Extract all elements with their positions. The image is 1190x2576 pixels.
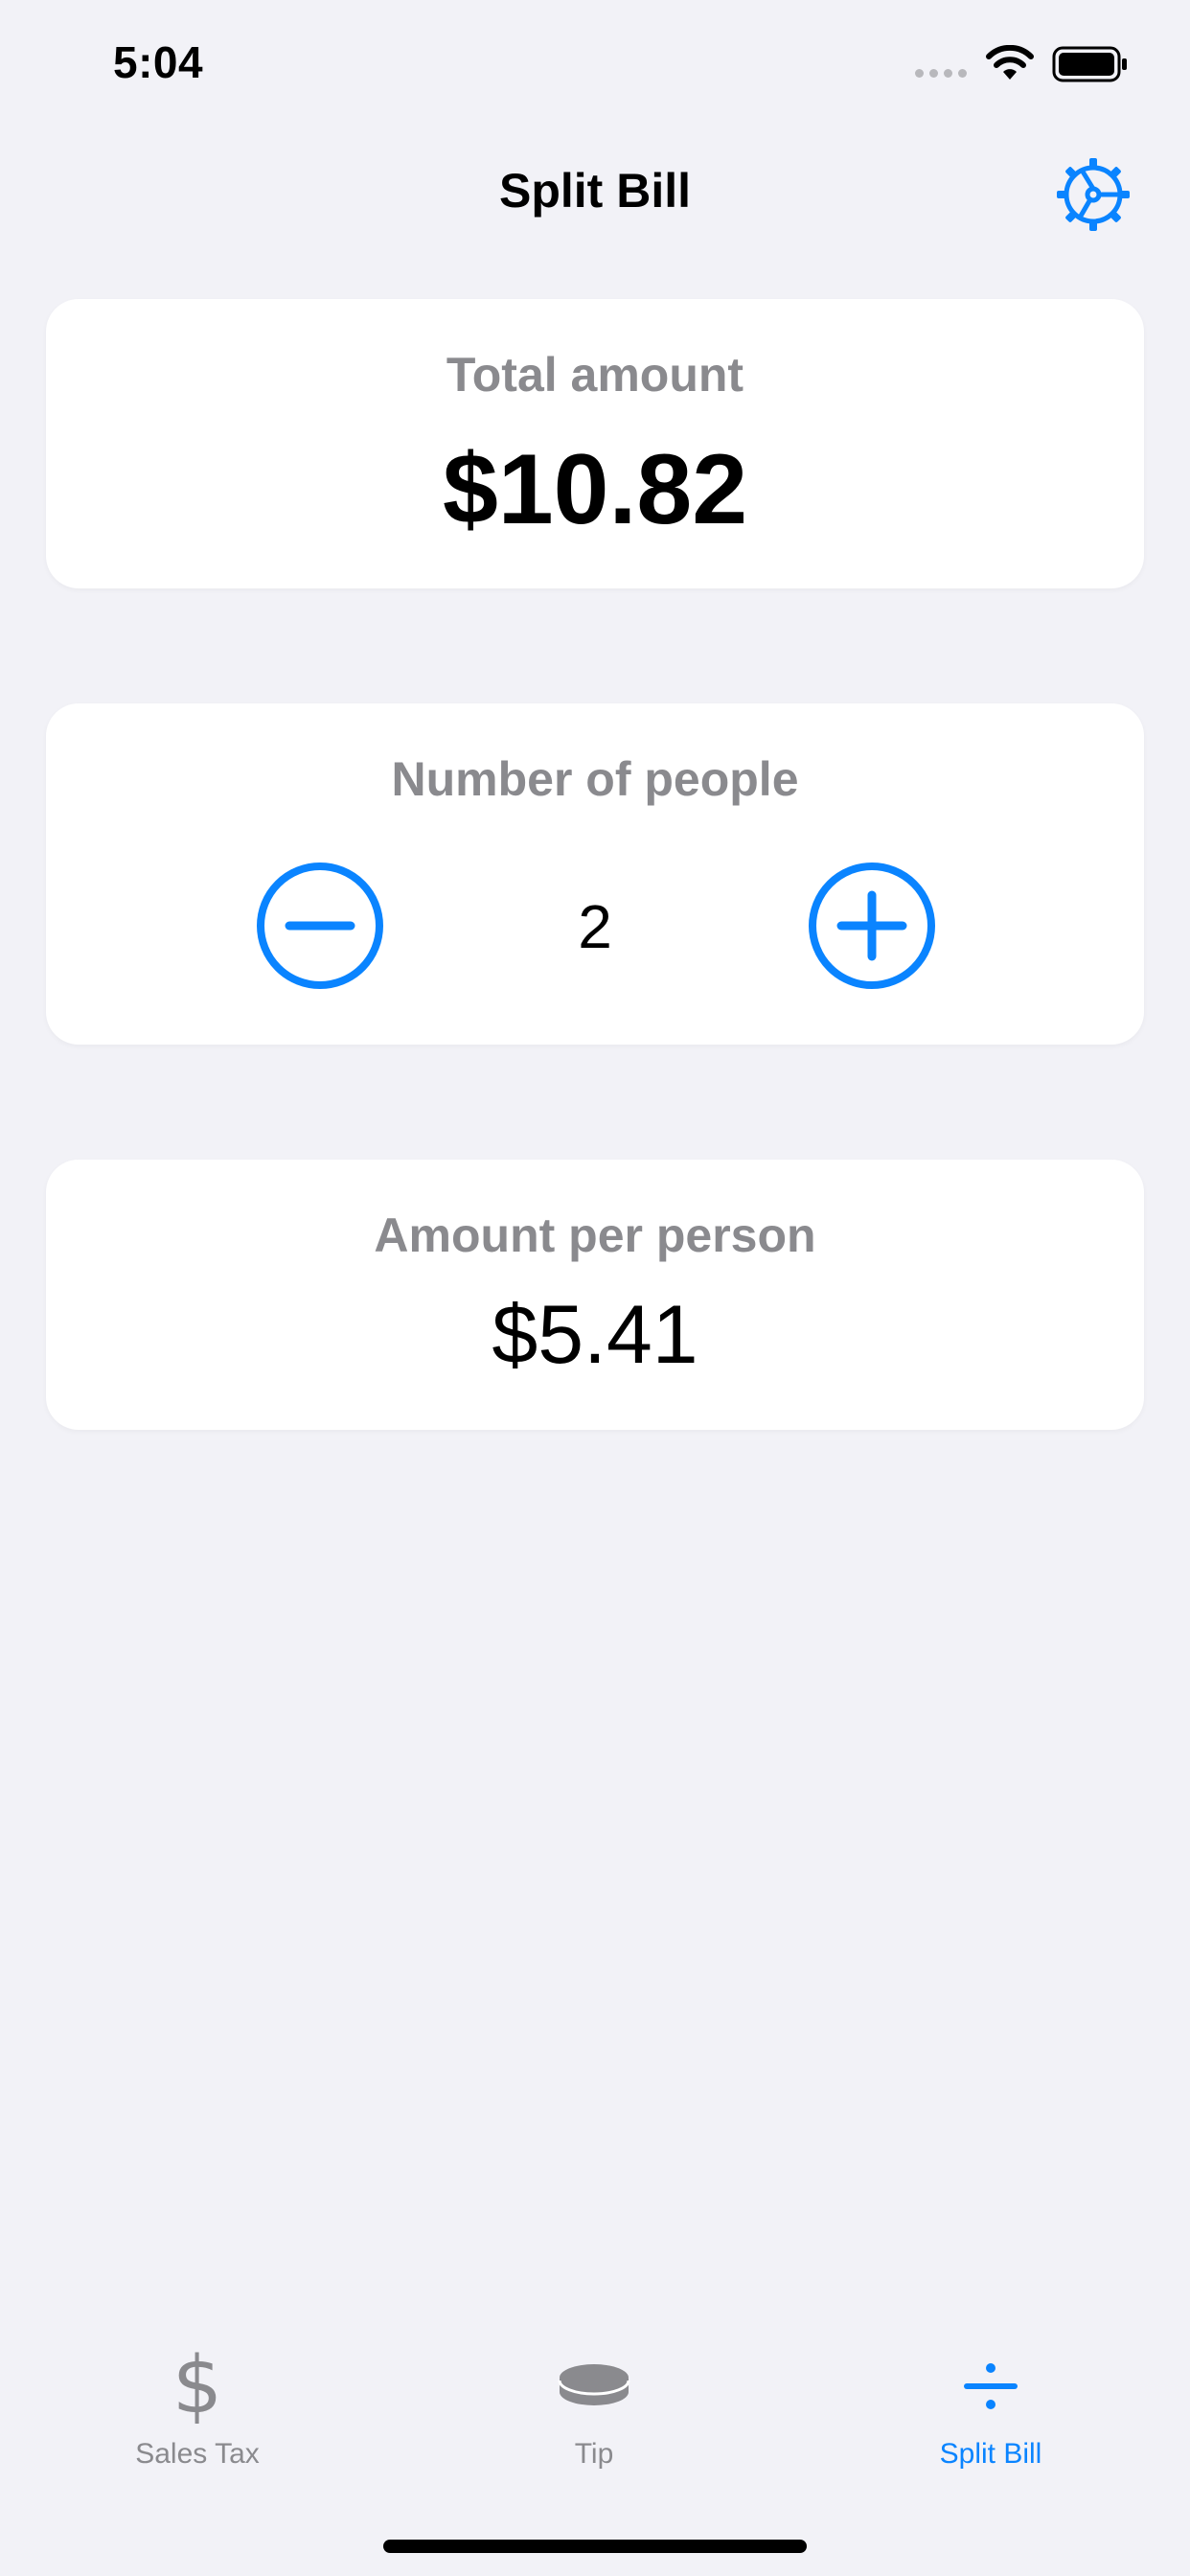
page-title: Split Bill [499,164,691,218]
increment-people-button[interactable] [807,861,937,991]
dollar-icon: $ [172,2340,223,2431]
tab-label: Tip [574,2438,614,2470]
wifi-icon [986,45,1034,80]
tab-split-bill[interactable]: Split Bill [847,2334,1134,2478]
settings-button[interactable] [1054,155,1133,234]
amount-per-person-label: Amount per person [374,1208,816,1262]
plus-circle-icon [809,862,935,989]
number-of-people-label: Number of people [391,752,799,806]
amount-per-person-value: $5.41 [492,1289,698,1381]
tab-label: Split Bill [939,2438,1042,2470]
battery-icon [1052,46,1127,82]
amount-per-person-card: Amount per person $5.41 [46,1160,1144,1430]
status-bar: 5:04 [0,0,1190,125]
status-time: 5:04 [113,37,204,87]
gear-icon [1057,158,1130,231]
number-of-people-card: Number of people 2 [46,703,1144,1045]
total-amount-label: Total amount [446,348,744,402]
tab-bar: $ Sales Tax Tip Split Bill [0,2334,1190,2488]
tab-sales-tax[interactable]: $ Sales Tax [54,2334,341,2478]
total-amount-card: Total amount $10.82 [46,299,1144,588]
navigation-bar: Split Bill [0,144,1190,240]
cellular-signal-icon [915,69,967,78]
tab-tip[interactable]: Tip [450,2334,738,2478]
home-indicator [383,2540,807,2553]
tab-label: Sales Tax [135,2438,260,2470]
total-amount-value[interactable]: $10.82 [46,433,1144,547]
people-count: 2 [578,892,612,961]
divide-icon [847,2348,1134,2425]
coin-stack-icon [450,2348,738,2425]
